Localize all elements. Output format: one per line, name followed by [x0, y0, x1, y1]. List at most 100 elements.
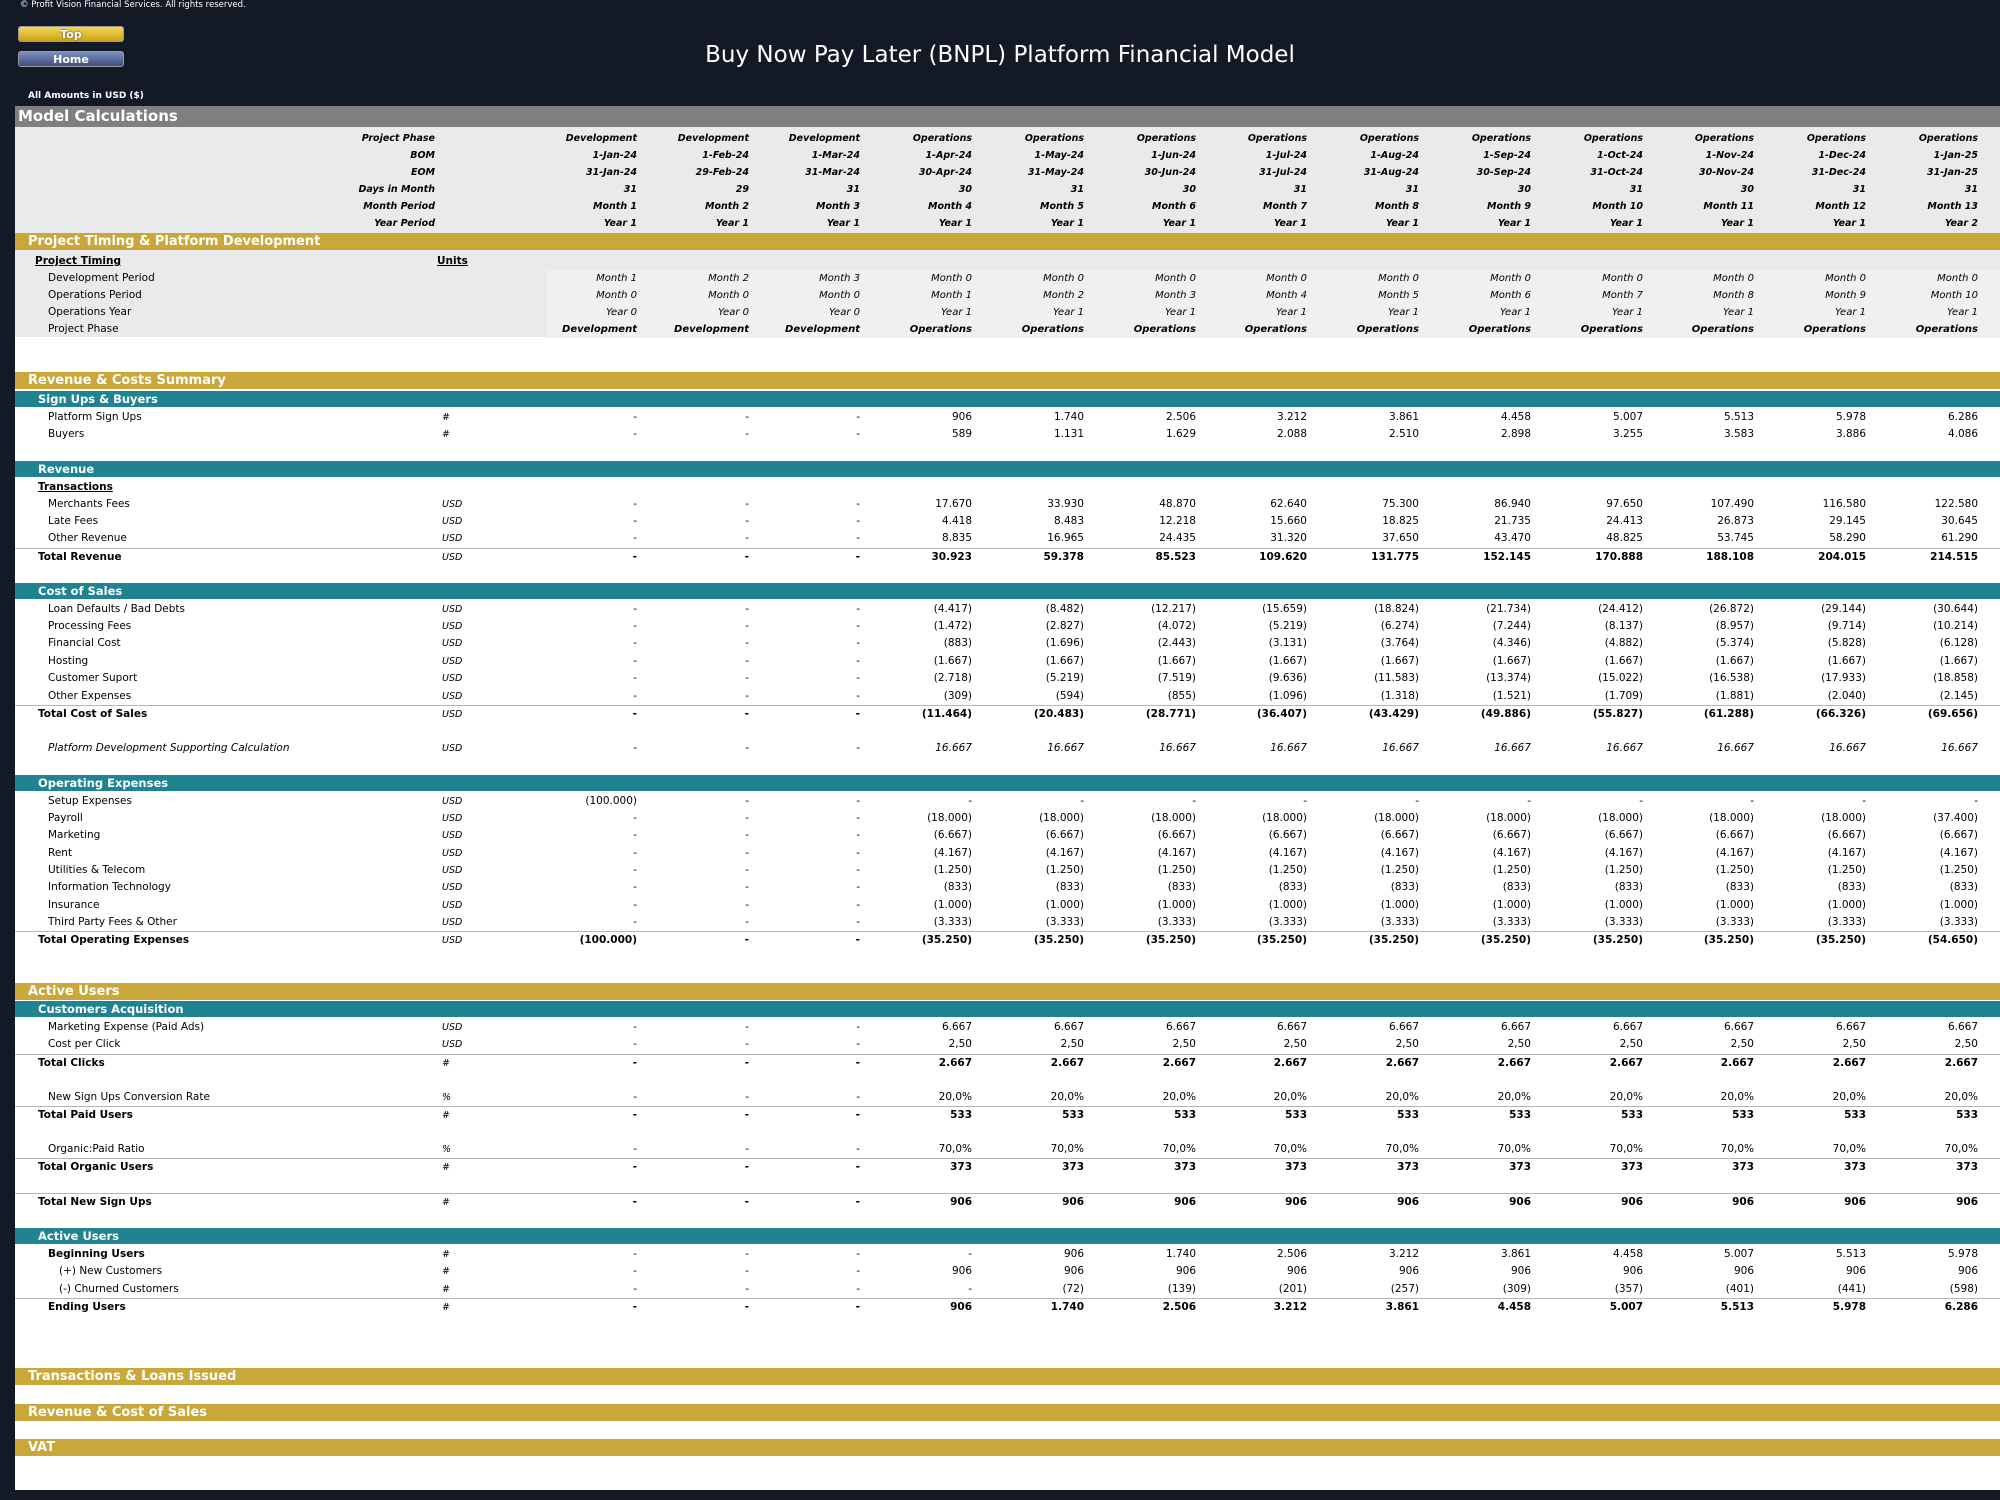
table-cell: (1.250) — [1157, 864, 1196, 876]
table-cell: 1-Dec-24 — [1818, 150, 1866, 161]
table-cell: 16.667 — [1159, 742, 1196, 754]
table-cell: Year 1 — [1497, 218, 1531, 229]
table-row: Utilities & Telecom USD - - - (1.250) (1.250) (… — [15, 862, 2000, 879]
table-cell: (3.131) — [1268, 637, 1307, 649]
table-cell: Year 0 — [718, 307, 749, 318]
table-cell: - — [744, 1196, 749, 1208]
row-unit: USD — [442, 848, 463, 859]
table-cell: 1-Nov-24 — [1705, 150, 1754, 161]
table-cell: Month 0 — [1713, 273, 1754, 284]
table-cell: Operations — [1918, 133, 1978, 144]
section-bar-revenue: Revenue — [15, 461, 2000, 477]
table-cell: - — [745, 1143, 749, 1155]
table-cell: 16.667 — [1941, 742, 1978, 754]
table-cell: (13.374) — [1486, 672, 1531, 684]
table-cell: (15.659) — [1262, 603, 1307, 615]
table-cell: (833) — [1055, 881, 1084, 893]
section-bar-summary: Revenue & Costs Summary — [15, 372, 2000, 389]
header-row: Year Period Year 1 Year 1 Year 1 Year 1 Year … — [15, 215, 2000, 232]
table-cell: 6.667 — [1165, 1021, 1196, 1033]
table-cell: - — [745, 428, 749, 440]
table-cell: - — [745, 532, 749, 544]
table-cell: 2.667 — [938, 1057, 972, 1069]
table-cell: (37.400) — [1933, 812, 1978, 824]
section-bar-active: Active Users — [15, 1228, 2000, 1244]
table-cell: (1.667) — [933, 655, 972, 667]
table-cell: Operations — [1024, 133, 1084, 144]
table-cell: 20,0% — [1162, 1091, 1196, 1103]
table-cell: - — [745, 515, 749, 527]
table-cell: (35.250) — [1145, 934, 1196, 946]
table-cell: (833) — [943, 881, 972, 893]
table-cell: - — [855, 708, 860, 720]
table-cell: 152.145 — [1483, 551, 1531, 563]
row-label: Utilities & Telecom — [48, 864, 146, 876]
table-cell: - — [633, 411, 637, 423]
table-cell: Year 1 — [1162, 218, 1196, 229]
top-button[interactable]: Top — [18, 26, 124, 42]
table-cell: Operations — [1136, 133, 1196, 144]
table-cell: Month 2 — [705, 201, 749, 212]
transactions-heading-text: Transactions — [38, 481, 113, 493]
table-cell: - — [633, 1021, 637, 1033]
table-cell: Operations — [1133, 324, 1196, 335]
table-cell: Month 1 — [596, 273, 637, 284]
table-cell: Month 0 — [1602, 273, 1643, 284]
table-cell: Month 0 — [596, 290, 637, 301]
table-cell: 16.667 — [1829, 742, 1866, 754]
header-row: BOM 1-Jan-24 1-Feb-24 1-Mar-24 1-Apr-24 1-May… — [15, 147, 2000, 164]
table-cell: Operations — [1915, 324, 1978, 335]
table-cell: 31 — [846, 184, 860, 195]
table-cell: (833) — [1949, 881, 1978, 893]
table-cell: 58.290 — [1829, 532, 1866, 544]
table-cell: - — [633, 515, 637, 527]
table-cell: Operations — [1359, 133, 1419, 144]
table-cell: (1.250) — [1492, 864, 1531, 876]
table-cell: 31 — [1629, 184, 1643, 195]
table-cell: (1.709) — [1604, 690, 1643, 702]
table-cell: (4.167) — [1715, 847, 1754, 859]
table-cell: 24.435 — [1159, 532, 1196, 544]
table-cell: - — [856, 812, 860, 824]
spreadsheet-page: © Profit Vision Financial Services. All … — [0, 0, 2000, 1500]
table-cell: 20,0% — [1273, 1091, 1307, 1103]
table-row: Information Technology USD - - - (833) (833) (8… — [15, 879, 2000, 896]
table-cell: - — [633, 864, 637, 876]
table-cell: 2,50 — [1619, 1038, 1643, 1050]
table-cell: 906 — [1732, 1196, 1754, 1208]
table-cell: - — [856, 672, 860, 684]
table-cell: - — [856, 1143, 860, 1155]
table-cell: 906 — [951, 411, 972, 423]
table-cell: 373 — [1285, 1161, 1307, 1173]
table-cell: (20.483) — [1033, 708, 1084, 720]
table-cell: 20,0% — [1497, 1091, 1531, 1103]
table-row: Hosting USD - - - (1.667) (1.667) (1.667) (1.667… — [15, 653, 2000, 670]
table-cell: 31 — [623, 184, 637, 195]
table-cell: 906 — [1285, 1196, 1307, 1208]
table-cell: 373 — [1621, 1161, 1643, 1173]
row-unit: USD — [442, 638, 463, 649]
table-cell: - — [745, 795, 749, 807]
table-cell: (1.000) — [1268, 899, 1307, 911]
table-cell: (309) — [1502, 1283, 1531, 1295]
table-cell: - — [633, 637, 637, 649]
table-cell: 31 — [1405, 184, 1419, 195]
table-cell: (35.250) — [1815, 934, 1866, 946]
table-cell: (3.333) — [1268, 916, 1307, 928]
row-unit: USD — [442, 533, 463, 544]
table-cell: (833) — [1278, 881, 1307, 893]
table-cell: (1.667) — [1604, 655, 1643, 667]
table-cell: - — [745, 620, 749, 632]
table-cell: 70,0% — [1497, 1143, 1531, 1155]
table-cell: Year 1 — [1385, 218, 1419, 229]
row-label: Processing Fees — [48, 620, 132, 632]
table-cell: - — [633, 742, 637, 754]
table-cell: Month 0 — [1490, 273, 1531, 284]
header-row: Days in Month 31 29 31 30 31 30 31 31 30 31 30 31 31 — [15, 181, 2000, 198]
row-label: Information Technology — [48, 881, 171, 893]
table-cell: (43.429) — [1368, 708, 1419, 720]
footer-band — [0, 1490, 2000, 1500]
table-cell: (1.881) — [1715, 690, 1754, 702]
table-cell: (54.650) — [1927, 934, 1978, 946]
row-unit: USD — [442, 499, 463, 510]
